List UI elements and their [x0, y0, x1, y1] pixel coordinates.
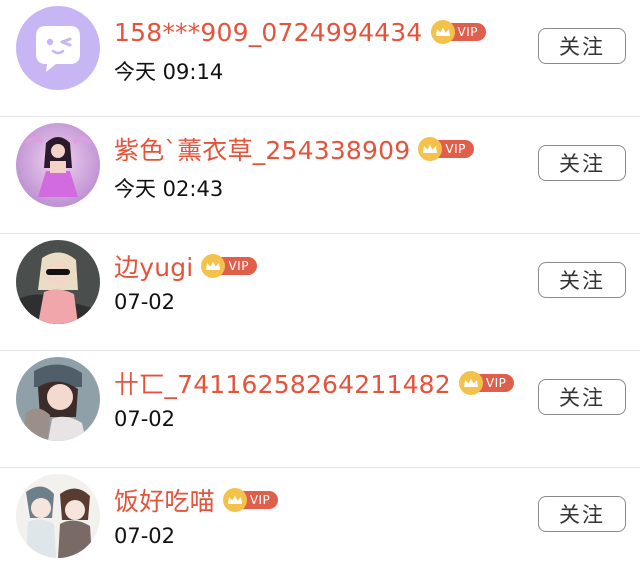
follow-button[interactable]: 关注: [538, 262, 626, 298]
list-item[interactable]: 卄匸_74116258264211482 VIP 07-02 关注: [0, 351, 640, 468]
crown-icon: [430, 20, 455, 44]
username[interactable]: 卄匸_74116258264211482: [114, 365, 451, 401]
username[interactable]: 边yugi: [114, 248, 193, 284]
profile-photo: [16, 357, 100, 441]
profile-photo: [16, 240, 100, 324]
timestamp: 07-02: [114, 524, 176, 548]
avatar[interactable]: [16, 474, 100, 558]
follow-button[interactable]: 关注: [538, 379, 626, 415]
list-item[interactable]: 饭好吃喵 VIP 07-02 关注: [0, 468, 640, 585]
timestamp: 07-02: [114, 290, 176, 314]
follow-button[interactable]: 关注: [538, 145, 626, 181]
timestamp: 07-02: [114, 407, 176, 431]
profile-photo: [16, 123, 100, 207]
follower-list: 158***909_0724994434 VIP 今天 09:14 关注 紫色`…: [0, 0, 640, 558]
list-item[interactable]: 158***909_0724994434 VIP 今天 09:14 关注: [0, 0, 640, 117]
avatar[interactable]: [16, 240, 100, 324]
follow-button[interactable]: 关注: [538, 496, 626, 532]
list-item[interactable]: 紫色`薰衣草_254338909 VIP 今天 02:43 关注: [0, 117, 640, 234]
username[interactable]: 饭好吃喵: [114, 482, 215, 518]
follow-button[interactable]: 关注: [538, 28, 626, 64]
username[interactable]: 紫色`薰衣草_254338909: [114, 131, 410, 167]
profile-illustration: [16, 474, 100, 558]
avatar[interactable]: [16, 123, 100, 207]
crown-icon: [458, 371, 483, 395]
crown-icon: [222, 488, 247, 512]
vip-badge: VIP: [430, 20, 486, 44]
timestamp: 今天 02:43: [114, 177, 224, 201]
vip-badge: VIP: [201, 254, 257, 278]
list-item[interactable]: 边yugi VIP 07-02 关注: [0, 234, 640, 351]
avatar[interactable]: [16, 357, 100, 441]
username[interactable]: 158***909_0724994434: [114, 18, 423, 47]
vip-badge: VIP: [458, 371, 515, 395]
vip-badge: VIP: [418, 137, 474, 161]
timestamp: 今天 09:14: [114, 60, 224, 84]
avatar[interactable]: [16, 6, 100, 90]
chat-bubble-icon: [16, 6, 100, 90]
vip-badge: VIP: [222, 488, 279, 512]
